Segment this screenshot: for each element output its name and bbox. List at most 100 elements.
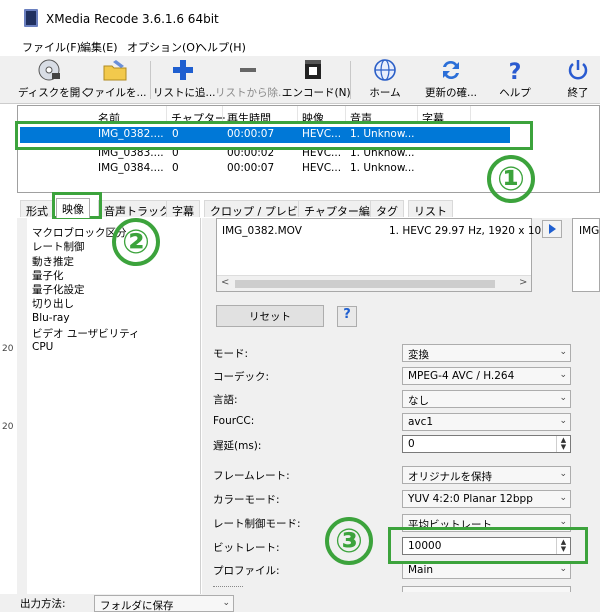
table-row[interactable]: IMG_0384.... 0 00:00:07 HEVC... 1. Unkno… [20, 161, 510, 177]
ratemode-label: レート制御モード: [213, 518, 301, 530]
encode-button[interactable]: エンコード(N) [282, 58, 351, 102]
tree-item[interactable]: 量子化設定 [32, 282, 85, 297]
tab-video[interactable]: 映像 [56, 198, 90, 218]
source-stream-info: 1. HEVC 29.97 Hz, 1920 x 1080 [389, 225, 555, 237]
menu-file[interactable]: ファイル(F) [22, 39, 81, 55]
tab-tags[interactable]: タグ [370, 200, 404, 218]
source-file-name: IMG_0382.MOV [222, 225, 302, 237]
profile-label: プロファイル: [213, 565, 280, 577]
output-bar: 出力方法: フォルダに保存 ⌄ [0, 594, 600, 612]
home-button[interactable]: ホーム [357, 58, 413, 102]
encode-clapper-icon [305, 60, 321, 79]
annotation-marker-2: ② [112, 218, 160, 266]
tree-item[interactable]: CPU [32, 341, 53, 353]
chevron-down-icon: ⌄ [559, 416, 567, 426]
menu-bar: ファイル(F) 編集(E) オプション(O) ヘルプ(H) [0, 36, 600, 56]
delay-label: 遅延(ms): [213, 440, 262, 452]
add-to-list-button[interactable]: リストに追... [153, 58, 216, 102]
tab-format[interactable]: 形式 [20, 200, 54, 218]
help-button[interactable]: ? ヘルプ [490, 58, 540, 102]
framerate-select[interactable]: オリジナルを保持 ⌄ [402, 466, 571, 484]
menu-options[interactable]: オプション(O) [127, 39, 199, 55]
help-question-icon: ? [509, 60, 522, 82]
disc-icon [38, 59, 60, 81]
help-small-label: ? [343, 307, 351, 322]
chevron-down-icon: ⌄ [559, 469, 567, 479]
add-plus-icon [173, 60, 193, 80]
target-stream-list[interactable]: IMG [572, 218, 600, 292]
scroll-left-icon[interactable]: < [221, 277, 229, 288]
chevron-down-icon: ⌄ [559, 370, 567, 380]
source-stream-list[interactable]: IMG_0382.MOV 1. HEVC 29.97 Hz, 1920 x 10… [216, 218, 555, 292]
tree-item[interactable]: 量子化 [32, 268, 64, 283]
tab-subtitle[interactable]: 字幕 [166, 200, 200, 218]
toolbar: ディスクを開く ファイルを... リストに追... リストから除... エンコー… [0, 56, 600, 104]
highlight-selected-row [15, 121, 533, 150]
menu-help[interactable]: ヘルプ(H) [196, 39, 246, 55]
codec-select[interactable]: MPEG-4 AVC / H.264 ⌄ [402, 367, 571, 385]
chevron-down-icon: ⌄ [559, 493, 567, 503]
reset-button[interactable]: リセット [216, 305, 324, 327]
left-gutter [17, 218, 27, 600]
codec-label: コーデック: [213, 371, 270, 383]
annotation-marker-1: ① [487, 155, 535, 203]
framerate-label: フレームレート: [213, 470, 290, 482]
open-file-button[interactable]: ファイルを... [84, 58, 147, 102]
toolbar-separator [150, 61, 151, 99]
next-row-fragment [213, 586, 243, 590]
next-row-fragment [402, 586, 571, 592]
remove-minus-icon [240, 68, 256, 72]
bitrate-label: ビットレート: [213, 542, 280, 554]
chevron-down-icon: ⌄ [559, 393, 567, 403]
scroll-thumb[interactable] [235, 280, 495, 288]
target-stream-name: IMG [579, 225, 600, 237]
menu-edit[interactable]: 編集(E) [80, 39, 118, 55]
reset-label: リセット [249, 311, 291, 323]
refresh-arrows-icon [443, 60, 459, 80]
chevron-down-icon: ⌄ [222, 598, 230, 608]
tree-item[interactable]: 動き推定 [32, 254, 74, 269]
open-folder-icon [103, 60, 127, 81]
tree-item[interactable]: Blu-ray [32, 312, 70, 324]
spinner-icon[interactable]: ▲ ▼ [556, 436, 570, 452]
window-title: XMedia Recode 3.6.1.6 64bit [46, 12, 219, 26]
svg-text:?: ? [509, 60, 522, 82]
tree-item[interactable]: 切り出し [32, 296, 74, 311]
delay-input[interactable]: 0 ▲ ▼ [402, 435, 571, 453]
desktop-text: 20 [2, 422, 14, 432]
language-label: 言語: [213, 394, 238, 406]
title-bar: XMedia Recode 3.6.1.6 64bit [0, 0, 600, 36]
annotation-marker-3: ③ [325, 517, 373, 565]
fourcc-select[interactable]: avc1 ⌄ [402, 413, 571, 431]
tab-list[interactable]: リスト [408, 200, 453, 218]
highlight-bitrate-field [388, 527, 588, 564]
output-method-select[interactable]: フォルダに保存 ⌄ [94, 595, 234, 612]
open-disc-button[interactable]: ディスクを開く [18, 58, 91, 102]
play-arrow-icon [549, 224, 556, 234]
mode-label: モード: [213, 348, 249, 360]
tree-item[interactable]: レート制御 [32, 239, 85, 254]
language-select[interactable]: なし ⌄ [402, 390, 571, 408]
chevron-down-icon: ⌄ [559, 564, 567, 574]
remove-from-list-button[interactable]: リストから除... [215, 58, 288, 102]
tree-item[interactable]: ビデオ ユーザビリティ [32, 326, 140, 341]
desktop-text: 20 [2, 344, 14, 354]
add-stream-button[interactable] [542, 220, 562, 238]
app-icon [24, 9, 38, 27]
chevron-down-icon: ⌄ [559, 347, 567, 357]
output-method-label: 出力方法: [20, 598, 66, 610]
chevron-down-icon: ⌄ [559, 517, 567, 527]
toolbar-separator [350, 61, 351, 99]
colormode-select[interactable]: YUV 4:2:0 Planar 12bpp ⌄ [402, 490, 571, 508]
power-icon [568, 60, 588, 80]
help-small-button[interactable]: ? [337, 306, 357, 327]
fourcc-label: FourCC: [213, 415, 255, 427]
globe-icon [374, 59, 396, 81]
horizontal-scrollbar[interactable]: < > [217, 275, 531, 291]
mode-select[interactable]: 変換 ⌄ [402, 344, 571, 362]
settings-tree[interactable]: マクロブロック区分 レート制御 動き推定 量子化 量子化設定 切り出し Blu-… [27, 218, 201, 600]
check-update-button[interactable]: 更新の確... [420, 58, 482, 102]
colormode-label: カラーモード: [213, 494, 280, 506]
exit-button[interactable]: 終了 [556, 58, 600, 102]
scroll-right-icon[interactable]: > [519, 277, 527, 288]
